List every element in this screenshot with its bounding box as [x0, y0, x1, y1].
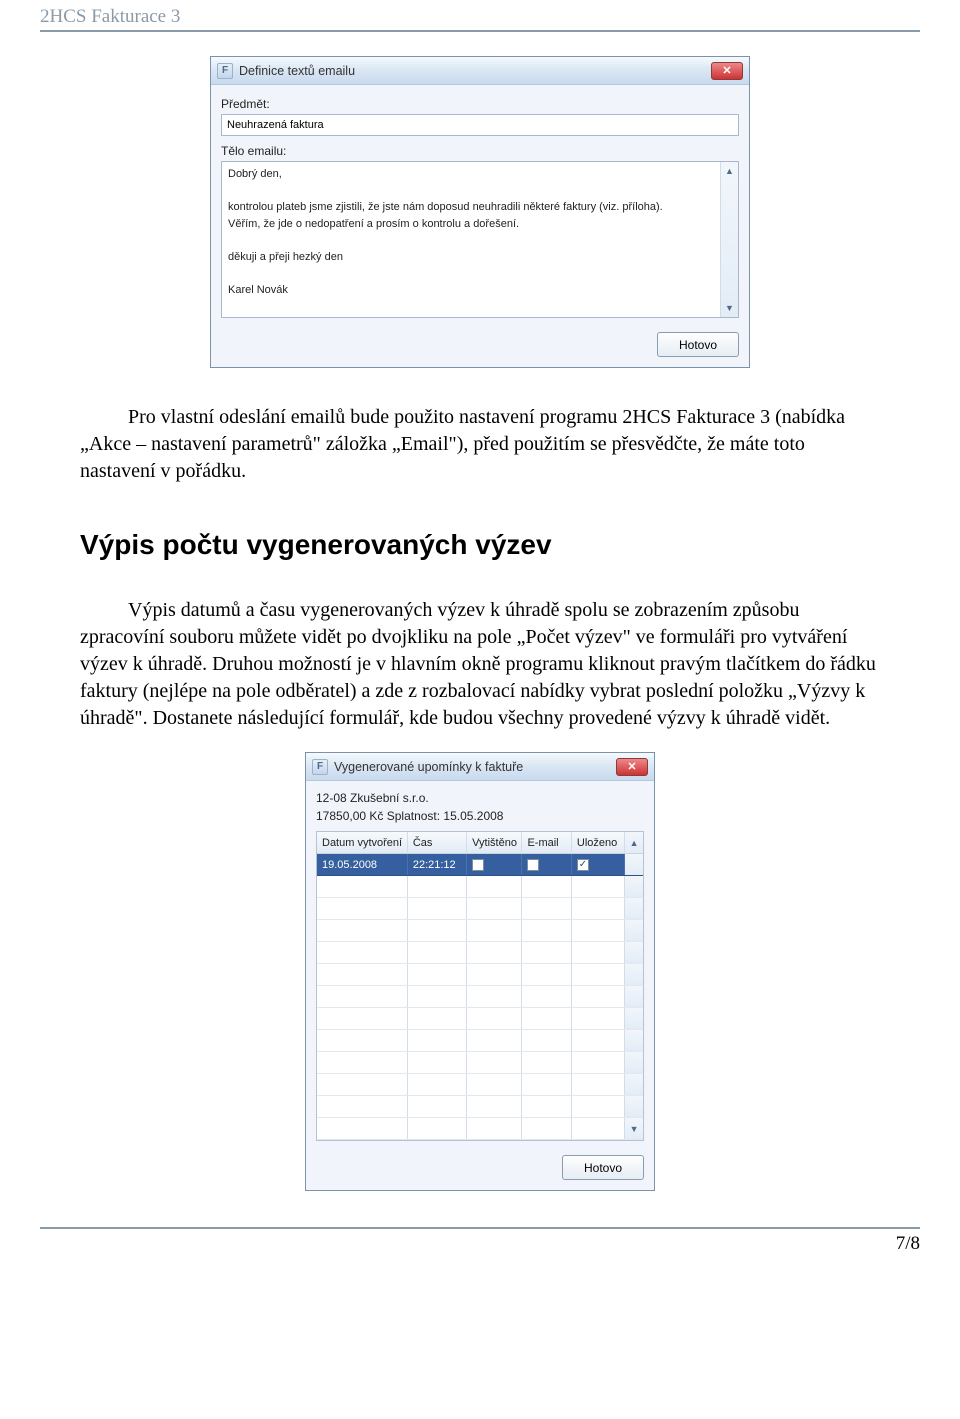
- paragraph-1: Pro vlastní odeslání emailů bude použito…: [80, 404, 880, 485]
- done-button[interactable]: Hotovo: [657, 332, 739, 357]
- scroll-track[interactable]: [625, 986, 643, 1007]
- checkbox[interactable]: [472, 859, 484, 871]
- scroll-track[interactable]: ▼: [625, 1118, 643, 1139]
- subject-input[interactable]: [221, 114, 739, 136]
- table-row[interactable]: [317, 964, 643, 986]
- dialog-reminders: F Vygenerované upomínky k faktuře ✕ 12-0…: [305, 752, 655, 1191]
- scroll-track[interactable]: [625, 964, 643, 985]
- reminders-grid: Datum vytvoření Čas Vytištěno E-mail Ulo…: [316, 831, 644, 1141]
- table-row[interactable]: 19.05.200822:21:12: [317, 854, 643, 876]
- col-date[interactable]: Datum vytvoření: [317, 832, 408, 853]
- info-company: 12-08 Zkušební s.r.o.: [316, 789, 644, 807]
- cell-date: 19.05.2008: [317, 854, 408, 875]
- grid-header: Datum vytvoření Čas Vytištěno E-mail Ulo…: [317, 832, 643, 854]
- window-title: Definice textů emailu: [239, 64, 711, 78]
- cell-saved: [572, 854, 625, 875]
- col-printed[interactable]: Vytištěno: [467, 832, 522, 853]
- close-icon[interactable]: ✕: [711, 62, 743, 80]
- body-textarea[interactable]: Dobrý den, kontrolou plateb jsme zjistil…: [221, 161, 739, 318]
- col-saved[interactable]: Uloženo: [572, 832, 625, 853]
- page-number: 7/8: [40, 1233, 920, 1255]
- scroll-up-icon[interactable]: ▲: [721, 162, 738, 180]
- section-heading: Výpis počtu vygenerovaných výzev: [80, 529, 880, 561]
- col-time[interactable]: Čas: [408, 832, 467, 853]
- table-row[interactable]: [317, 1008, 643, 1030]
- col-email[interactable]: E-mail: [522, 832, 571, 853]
- scroll-track[interactable]: [625, 876, 643, 897]
- table-row[interactable]: [317, 876, 643, 898]
- cell-time: 22:21:12: [408, 854, 467, 875]
- table-row[interactable]: [317, 1030, 643, 1052]
- scroll-track[interactable]: [625, 1008, 643, 1029]
- table-row[interactable]: [317, 986, 643, 1008]
- scrollbar[interactable]: ▲ ▼: [720, 162, 738, 317]
- paragraph-2: Výpis datumů a času vygenerovaných výzev…: [80, 597, 880, 732]
- cell-email: [522, 854, 571, 875]
- window-title: Vygenerované upomínky k faktuře: [334, 760, 616, 774]
- scroll-up-icon[interactable]: ▲: [625, 832, 643, 853]
- scroll-track[interactable]: [625, 898, 643, 919]
- table-row[interactable]: [317, 1074, 643, 1096]
- scroll-track[interactable]: [625, 942, 643, 963]
- titlebar[interactable]: F Vygenerované upomínky k faktuře ✕: [306, 753, 654, 781]
- app-icon: F: [217, 63, 233, 79]
- scroll-down-icon[interactable]: ▼: [721, 299, 738, 317]
- table-row[interactable]: [317, 1052, 643, 1074]
- checkbox[interactable]: [527, 859, 539, 871]
- table-row[interactable]: [317, 1096, 643, 1118]
- close-icon[interactable]: ✕: [616, 758, 648, 776]
- scroll-track[interactable]: [625, 920, 643, 941]
- titlebar[interactable]: F Definice textů emailu ✕: [211, 57, 749, 85]
- grid-body: 19.05.200822:21:12 ▼: [317, 854, 643, 1140]
- table-row[interactable]: [317, 898, 643, 920]
- scroll-track[interactable]: [625, 1052, 643, 1073]
- header-rule: [40, 30, 920, 32]
- scroll-track[interactable]: [625, 1096, 643, 1117]
- doc-header: 2HCS Fakturace 3: [40, 6, 920, 28]
- table-row[interactable]: [317, 920, 643, 942]
- subject-label: Předmět:: [221, 97, 739, 111]
- done-button[interactable]: Hotovo: [562, 1155, 644, 1180]
- app-icon: F: [312, 759, 328, 775]
- cell-printed: [467, 854, 522, 875]
- footer-rule: [40, 1227, 920, 1229]
- scroll-track[interactable]: [625, 1074, 643, 1095]
- table-row[interactable]: [317, 942, 643, 964]
- body-textarea-content[interactable]: Dobrý den, kontrolou plateb jsme zjistil…: [222, 162, 738, 317]
- dialog-email-texts: F Definice textů emailu ✕ Předmět: Tělo …: [210, 56, 750, 368]
- scroll-track[interactable]: [625, 854, 643, 875]
- scroll-track[interactable]: [625, 1030, 643, 1051]
- table-row[interactable]: ▼: [317, 1118, 643, 1140]
- info-amount-due: 17850,00 Kč Splatnost: 15.05.2008: [316, 807, 644, 825]
- body-label: Tělo emailu:: [221, 144, 739, 158]
- checkbox[interactable]: [577, 859, 589, 871]
